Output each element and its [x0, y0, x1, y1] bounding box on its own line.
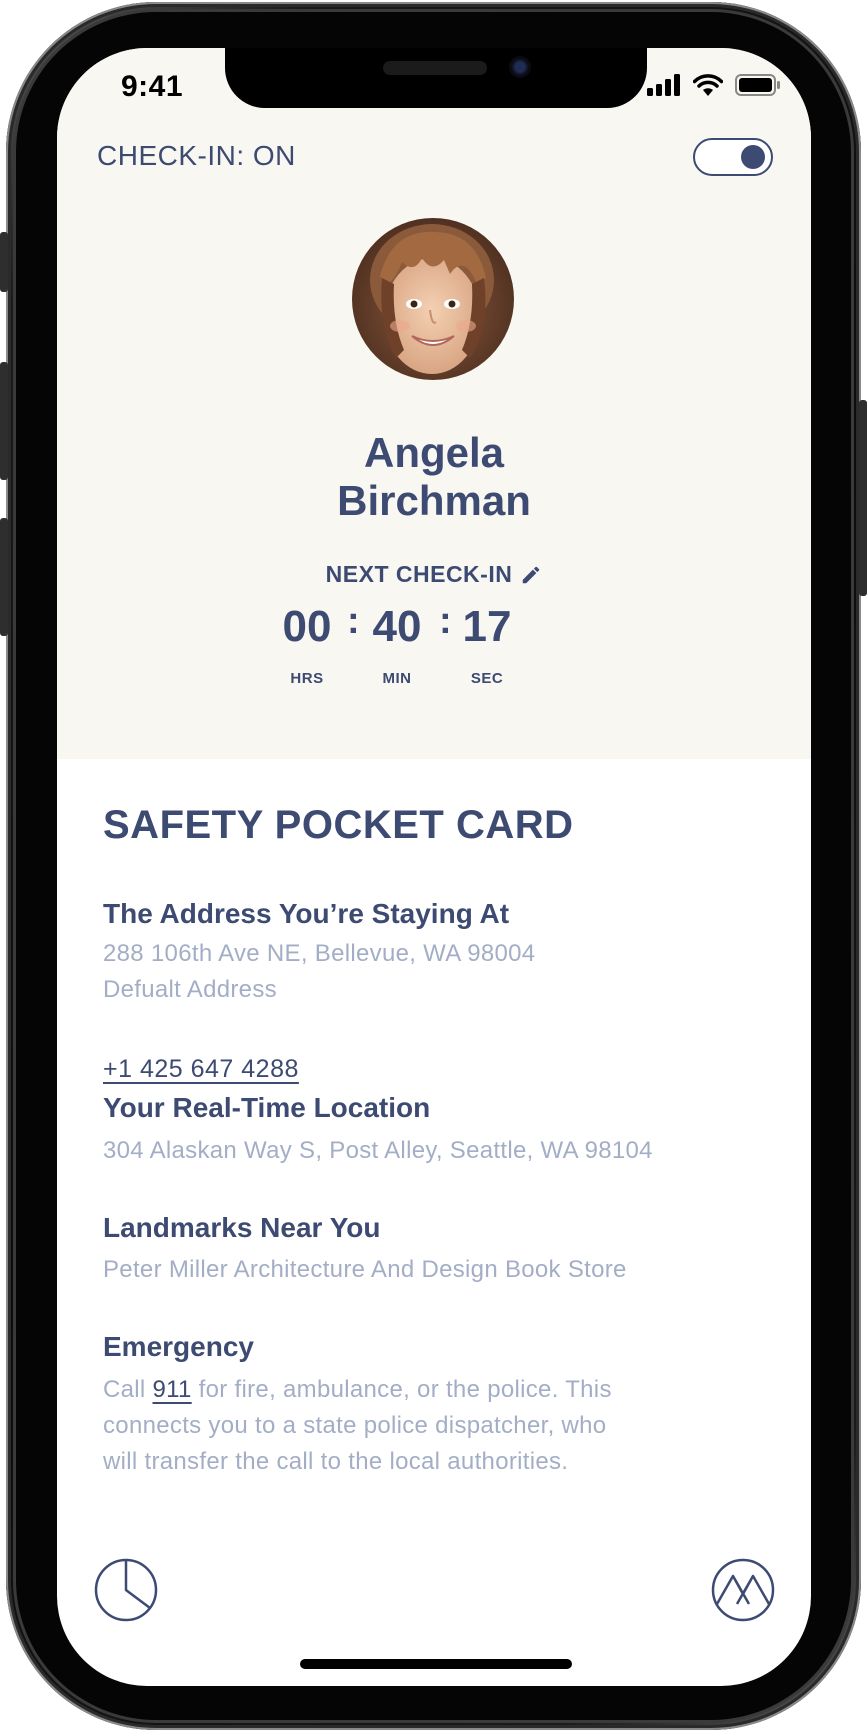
checkin-status-label: CHECK-IN: ON [97, 140, 296, 171]
address-phone-link[interactable]: +1 425 647 4288 [103, 1055, 299, 1084]
pie-chart-icon[interactable] [94, 1558, 158, 1622]
address-heading: The Address You’re Staying At [103, 898, 510, 929]
mute-switch [0, 232, 8, 292]
edit-pencil-icon[interactable] [520, 564, 542, 586]
volume-down-button [0, 518, 8, 636]
avatar-photo [352, 218, 514, 380]
app-screen: 9:41 CHECK-IN: ON Angela Birchman NEXT C… [57, 48, 811, 1686]
avatar [352, 218, 514, 380]
landmarks-text: Peter Miller Architecture And Design Boo… [103, 1256, 627, 1283]
emergency-line-3: will transfer the call to the local auth… [103, 1448, 569, 1475]
status-time: 9:41 [121, 70, 184, 103]
address-note: Defualt Address [103, 976, 277, 1003]
emergency-heading: Emergency [103, 1331, 254, 1362]
profile-last-name: Birchman [337, 477, 531, 524]
front-camera [509, 56, 531, 78]
address-line: 288 106th Ave NE, Bellevue, WA 98004 [103, 940, 536, 967]
battery-icon [735, 74, 780, 96]
emergency-prefix: Call [103, 1376, 153, 1403]
home-indicator[interactable] [300, 1659, 572, 1669]
next-checkin-row: NEXT CHECK-IN [57, 561, 811, 588]
timer-seconds: 17 [462, 602, 512, 651]
timer-hours-unit: HRS [290, 670, 324, 687]
emergency-line-2: connects you to a state police dispatche… [103, 1412, 607, 1439]
emergency-911-link[interactable]: 911 [153, 1376, 192, 1403]
speaker [383, 61, 487, 75]
emergency-line-1: Call 911 for fire, ambulance, or the pol… [103, 1372, 612, 1408]
location-heading: Your Real-Time Location [103, 1092, 431, 1123]
emergency-suffix: for fire, ambulance, or the police. This [191, 1376, 612, 1403]
location-text: 304 Alaskan Way S, Post Alley, Seattle, … [103, 1137, 653, 1164]
timer-hours: 00 [282, 602, 332, 651]
power-button [859, 400, 867, 596]
notch [225, 48, 647, 108]
profile-first-name: Angela [363, 429, 505, 476]
mountain-logo-icon[interactable] [711, 1558, 775, 1622]
volume-up-button [0, 362, 8, 480]
status-icons [647, 74, 781, 96]
timer-minutes: 40 [372, 602, 422, 651]
checkin-toggle[interactable] [693, 138, 773, 176]
landmarks-heading: Landmarks Near You [103, 1212, 381, 1243]
card-title: SAFETY POCKET CARD [103, 803, 574, 847]
timer-seconds-unit: SEC [470, 670, 504, 687]
next-checkin-label: NEXT CHECK-IN [325, 561, 513, 587]
toggle-knob [741, 145, 765, 169]
timer-minutes-unit: MIN [382, 670, 412, 687]
wifi-icon [693, 74, 723, 96]
countdown-timer: 00 : 40 : 17 HRS MIN SEC [57, 600, 811, 687]
signal-icon [647, 74, 680, 96]
